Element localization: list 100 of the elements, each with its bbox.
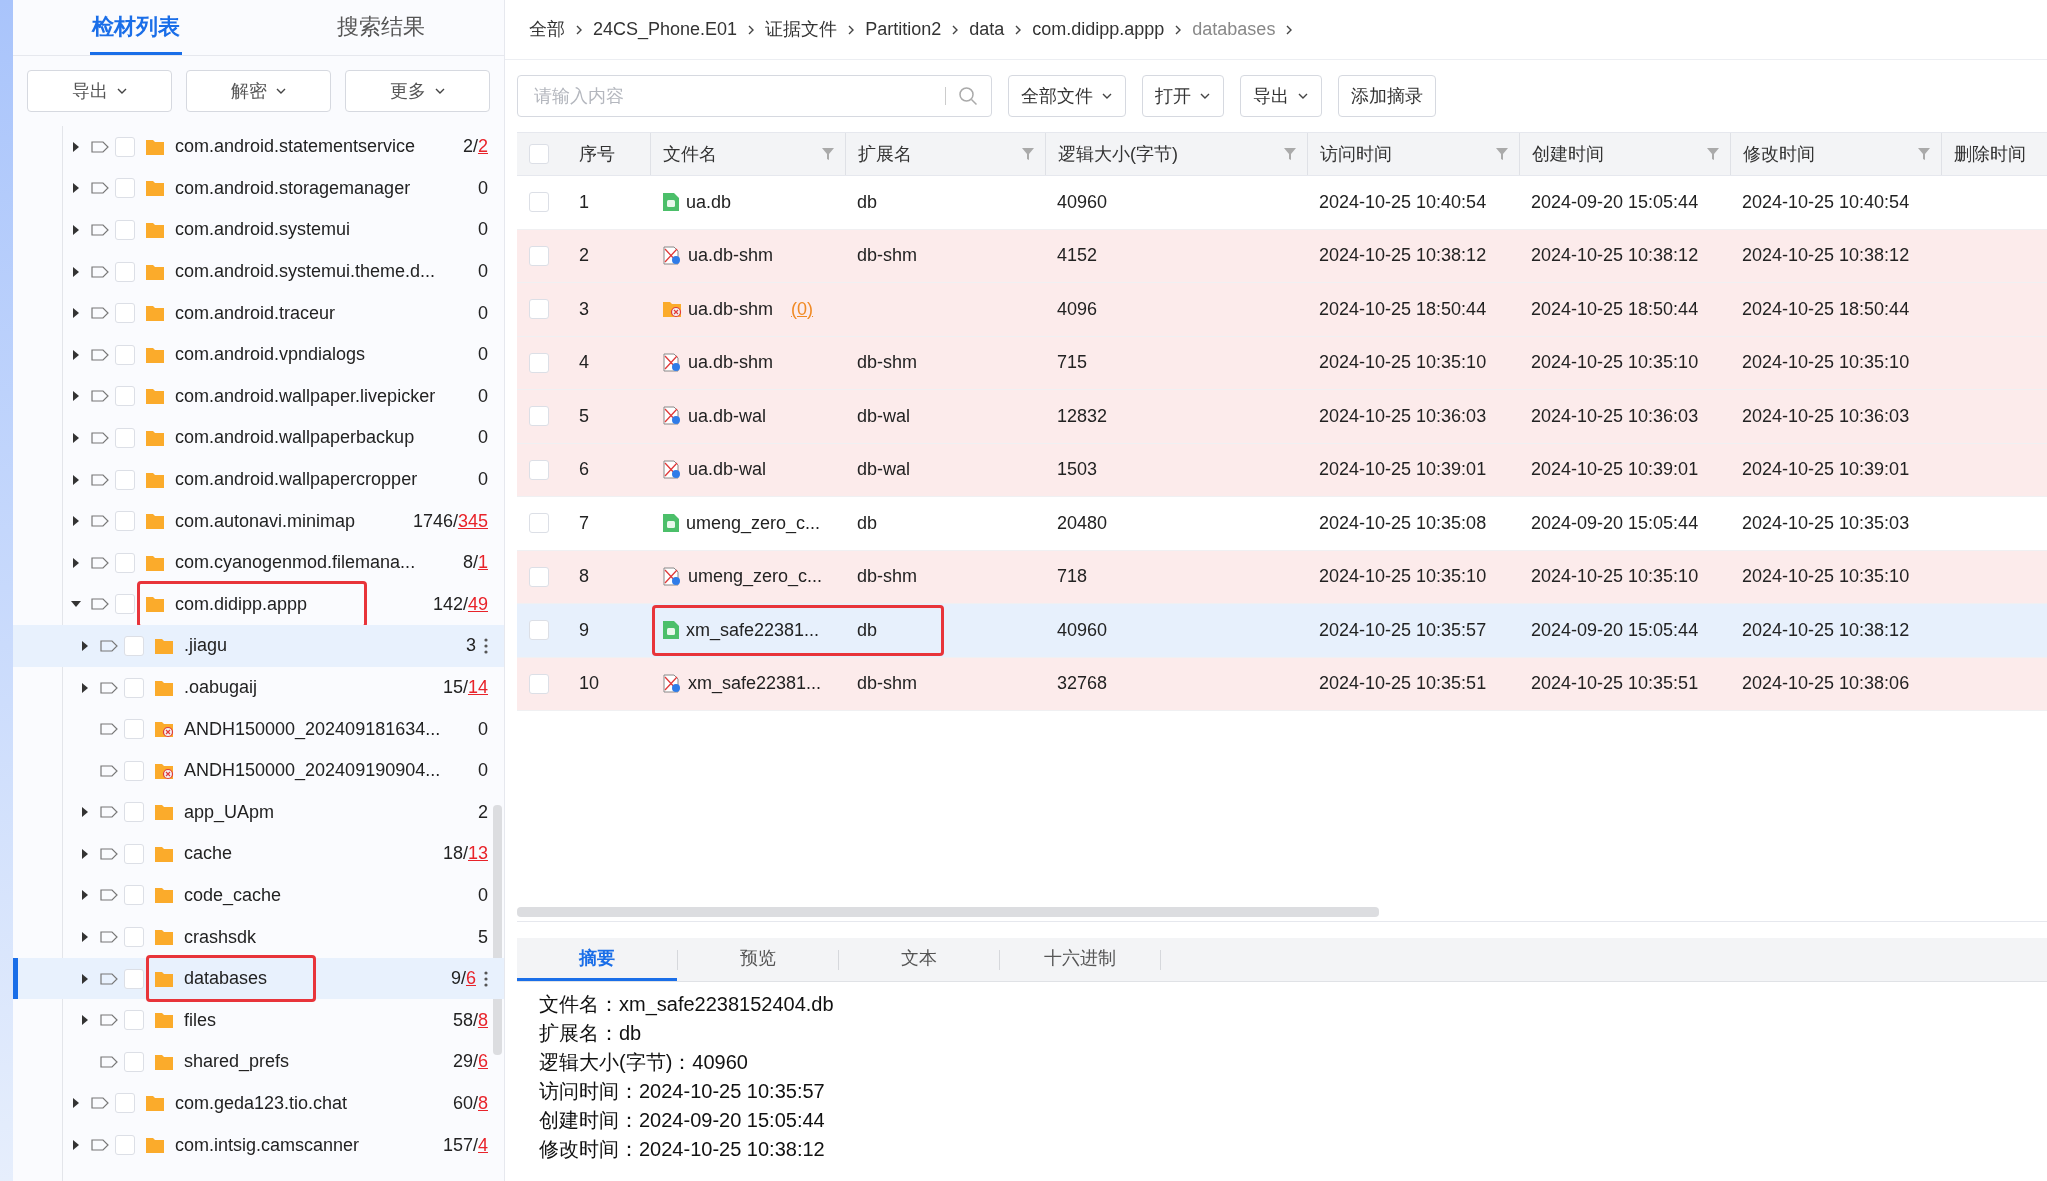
tree-item[interactable]: com.android.systemui.theme.d... 0 bbox=[13, 250, 504, 293]
checkbox[interactable] bbox=[115, 344, 135, 365]
breadcrumb-link[interactable]: databases bbox=[1192, 16, 1276, 43]
collapsed-arrow-icon[interactable] bbox=[80, 848, 90, 859]
tag-icon[interactable] bbox=[91, 598, 109, 611]
tree-item[interactable]: com.intsig.camscanner 157/4 bbox=[13, 1124, 504, 1166]
tree-item[interactable]: shared_prefs 29/6 bbox=[13, 1041, 504, 1083]
row-checkbox[interactable] bbox=[529, 406, 549, 427]
column-header[interactable]: 删除时间 bbox=[1954, 140, 2037, 168]
dropdown-button[interactable]: 更多 bbox=[345, 70, 490, 112]
collapsed-arrow-icon[interactable] bbox=[80, 640, 90, 651]
tag-icon[interactable] bbox=[91, 1139, 109, 1152]
collapsed-arrow-icon[interactable] bbox=[71, 308, 81, 319]
tree-item[interactable]: com.cyanogenmod.filemana... 8/1 bbox=[13, 541, 504, 584]
table-row[interactable]: 8 umeng_zero_c... db-shm 718 2024-10-25 10:35:10 2024-10-25 10:35:10 2024-10-25 10:35:10 bbox=[517, 550, 2047, 604]
dropdown-button[interactable]: 解密 bbox=[186, 70, 331, 112]
checkbox[interactable] bbox=[115, 386, 135, 407]
checkbox[interactable] bbox=[124, 885, 144, 906]
collapsed-arrow-icon[interactable] bbox=[80, 682, 90, 693]
toolbar-button[interactable]: 导出 bbox=[1240, 75, 1322, 117]
detail-tab[interactable]: 预览 bbox=[678, 938, 838, 981]
table-row[interactable]: 2 ua.db-shm db-shm 4152 2024-10-25 10:38:12 2024-10-25 10:38:12 2024-10-25 10:38:12 bbox=[517, 229, 2047, 283]
tree-item[interactable]: app_UApm 2 bbox=[13, 791, 504, 834]
toolbar-button[interactable]: 全部文件 bbox=[1008, 75, 1126, 117]
tag-icon[interactable] bbox=[91, 390, 109, 403]
breadcrumb-link[interactable]: 全部 bbox=[529, 16, 565, 43]
tag-icon[interactable] bbox=[100, 681, 118, 694]
collapsed-arrow-icon[interactable] bbox=[80, 932, 90, 943]
collapsed-arrow-icon[interactable] bbox=[71, 349, 81, 360]
tag-icon[interactable] bbox=[100, 806, 118, 819]
column-header[interactable]: 访问时间 bbox=[1320, 140, 1495, 168]
tag-icon[interactable] bbox=[91, 348, 109, 361]
collapsed-arrow-icon[interactable] bbox=[71, 1098, 81, 1109]
table-row[interactable]: 4 ua.db-shm db-shm 715 2024-10-25 10:35:10 2024-10-25 10:35:10 2024-10-25 10:35:10 bbox=[517, 336, 2047, 390]
tree-item[interactable]: cache 18/13 bbox=[13, 833, 504, 875]
tree-item[interactable]: ANDH150000_202409190904... 0 bbox=[13, 749, 504, 792]
column-header[interactable]: 逻辑大小(字节) bbox=[1058, 140, 1283, 168]
breadcrumb-link[interactable]: com.didipp.appp bbox=[1032, 16, 1165, 43]
collapsed-arrow-icon[interactable] bbox=[80, 973, 90, 984]
tree-item[interactable]: com.android.wallpapercropper 0 bbox=[13, 458, 504, 501]
tag-icon[interactable] bbox=[100, 889, 118, 902]
table-row[interactable]: 6 ua.db-wal db-wal 1503 2024-10-25 10:39:01 2024-10-25 10:39:01 2024-10-25 10:39:01 bbox=[517, 443, 2047, 497]
detail-tab[interactable]: 文本 bbox=[839, 938, 999, 981]
tag-icon[interactable] bbox=[100, 639, 118, 652]
breadcrumb-link[interactable]: data bbox=[969, 16, 1005, 43]
checkbox[interactable] bbox=[124, 719, 144, 740]
column-header[interactable]: 修改时间 bbox=[1743, 140, 1917, 168]
checkbox[interactable] bbox=[124, 760, 144, 781]
tag-icon[interactable] bbox=[91, 556, 109, 569]
tag-icon[interactable] bbox=[91, 140, 109, 153]
search-field[interactable]: 请输入内容 bbox=[517, 75, 992, 117]
tree-item[interactable]: databases 9/6 bbox=[13, 957, 504, 1000]
tag-icon[interactable] bbox=[91, 473, 109, 486]
tree-item[interactable]: code_cache 0 bbox=[13, 874, 504, 917]
checkbox[interactable] bbox=[115, 220, 135, 240]
row-checkbox[interactable] bbox=[529, 299, 549, 320]
collapsed-arrow-icon[interactable] bbox=[71, 141, 81, 152]
tag-icon[interactable] bbox=[91, 265, 109, 278]
column-header[interactable]: 创建时间 bbox=[1532, 140, 1706, 168]
toolbar-button[interactable]: 打开 bbox=[1142, 75, 1224, 117]
tree-item[interactable]: com.autonavi.minimap 1746/345 bbox=[13, 500, 504, 542]
row-checkbox[interactable] bbox=[529, 192, 549, 213]
breadcrumb-link[interactable]: 24CS_Phone.E01 bbox=[593, 16, 738, 43]
tree-item[interactable]: .oabugaij 15/14 bbox=[13, 666, 504, 709]
table-row[interactable]: 3 ua.db-shm (0) 4096 2024-10-25 18:50:44 2024-10-25 18:50:44 2024-10-25 18:50:44 bbox=[517, 283, 2047, 337]
checkbox[interactable] bbox=[115, 469, 135, 490]
tree-item[interactable]: com.android.systemui 0 bbox=[13, 209, 504, 251]
tag-icon[interactable] bbox=[100, 764, 118, 777]
more-icon[interactable] bbox=[484, 970, 488, 987]
collapsed-arrow-icon[interactable] bbox=[80, 807, 90, 818]
panel-tab[interactable]: 搜索结果 bbox=[335, 0, 428, 55]
checkbox[interactable] bbox=[115, 552, 135, 573]
tag-icon[interactable] bbox=[100, 972, 118, 985]
tag-icon[interactable] bbox=[91, 182, 109, 195]
checkbox[interactable] bbox=[115, 1135, 135, 1156]
tag-icon[interactable] bbox=[100, 1014, 118, 1027]
collapsed-arrow-icon[interactable] bbox=[71, 557, 81, 568]
checkbox[interactable] bbox=[115, 136, 135, 157]
checkbox[interactable] bbox=[124, 968, 144, 989]
checkbox[interactable] bbox=[124, 1051, 144, 1072]
tag-icon[interactable] bbox=[100, 931, 118, 944]
tree-item[interactable]: com.android.storagemanager 0 bbox=[13, 167, 504, 210]
collapsed-arrow-icon[interactable] bbox=[71, 474, 81, 485]
collapsed-arrow-icon[interactable] bbox=[71, 225, 81, 235]
checkbox[interactable] bbox=[115, 594, 135, 615]
dropdown-button[interactable]: 导出 bbox=[27, 70, 172, 112]
tree-item[interactable]: com.android.wallpaper.livepicker 0 bbox=[13, 375, 504, 418]
checkbox[interactable] bbox=[115, 261, 135, 282]
tag-icon[interactable] bbox=[100, 847, 118, 860]
checkbox[interactable] bbox=[115, 178, 135, 199]
panel-tab[interactable]: 检材列表 bbox=[89, 0, 182, 55]
checkbox[interactable] bbox=[124, 843, 144, 864]
row-checkbox[interactable] bbox=[529, 352, 549, 373]
detail-tab[interactable]: 摘要 bbox=[517, 938, 677, 981]
checkbox[interactable] bbox=[124, 635, 144, 656]
collapsed-arrow-icon[interactable] bbox=[71, 183, 81, 194]
tag-icon[interactable] bbox=[91, 515, 109, 528]
breadcrumb-link[interactable]: 证据文件 bbox=[765, 16, 838, 43]
tree-item[interactable]: com.android.statementservice 2/2 bbox=[13, 126, 504, 168]
tree-item[interactable]: com.android.wallpaperbackup 0 bbox=[13, 417, 504, 459]
